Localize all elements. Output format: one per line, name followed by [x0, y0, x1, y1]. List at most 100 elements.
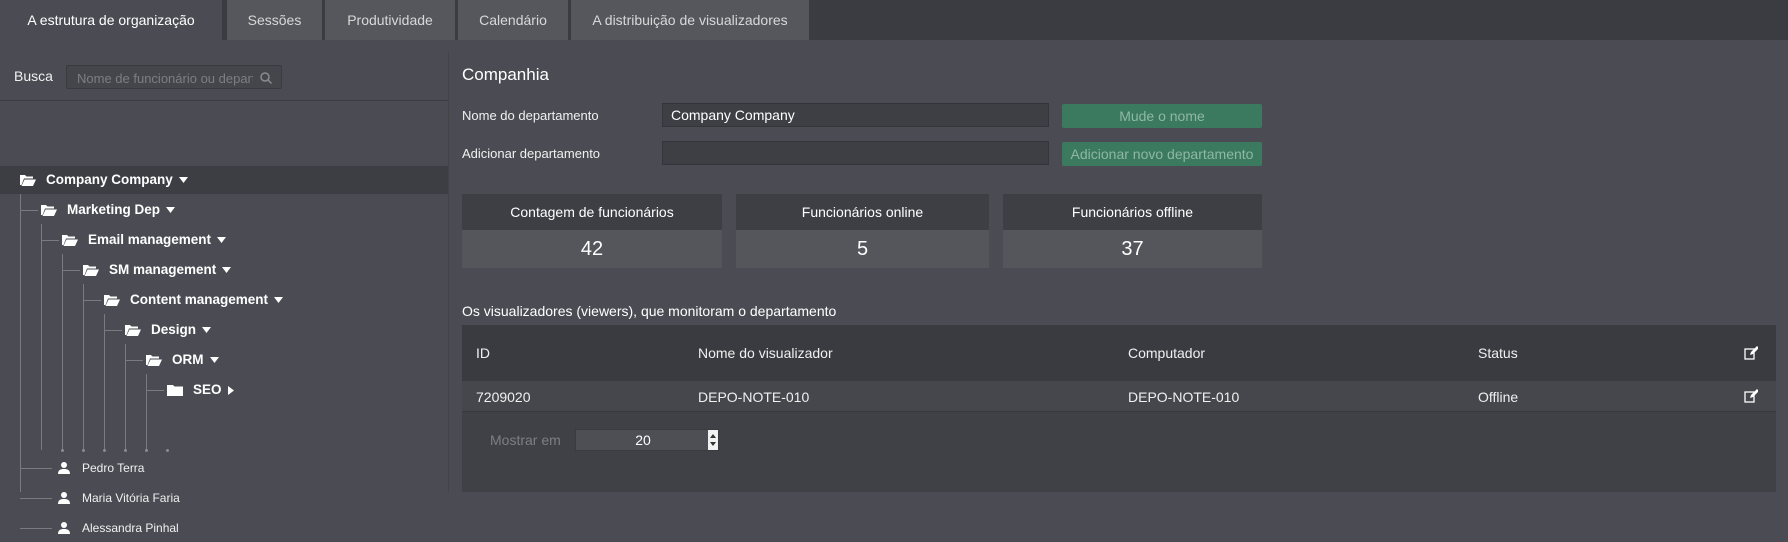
- viewers-title: Os visualizadores (viewers), que monitor…: [462, 303, 837, 319]
- folder-open-icon: [104, 295, 120, 306]
- cell-status: Offline: [1478, 389, 1519, 405]
- tree-node-label: Company Company: [46, 172, 173, 187]
- search-icon[interactable]: [259, 71, 273, 85]
- caret-down-icon[interactable]: [209, 357, 219, 364]
- employee-name: Pedro Terra: [82, 461, 145, 475]
- employee-name: Maria Vitória Faria: [82, 491, 180, 505]
- caret-down-icon[interactable]: [166, 207, 176, 214]
- stat-card-offline: Funcionários offline 37: [1003, 194, 1262, 268]
- tab-org-structure[interactable]: A estrutura de organização: [0, 0, 222, 40]
- folder-open-icon: [125, 325, 141, 336]
- dropdown-arrow[interactable]: [708, 430, 718, 450]
- tree-connector: [41, 224, 42, 450]
- tree-node-label: Design: [151, 322, 197, 337]
- tree-node-label: Marketing Dep: [67, 202, 161, 217]
- search-box: [66, 65, 282, 89]
- tree-connector: [20, 528, 52, 529]
- tree-connector: [20, 210, 38, 211]
- rename-button[interactable]: Mude o nome: [1062, 104, 1262, 128]
- cell-computer: DEPO-NOTE-010: [1128, 389, 1240, 405]
- page-size-select[interactable]: 20: [575, 429, 719, 451]
- tab-viewers-distribution[interactable]: A distribuição de visualizadores: [571, 0, 809, 40]
- dept-name-input[interactable]: [662, 103, 1049, 127]
- stat-label: Funcionários offline: [1003, 194, 1262, 230]
- user-icon: [58, 492, 70, 504]
- folder-open-icon: [62, 235, 78, 246]
- stat-value: 5: [736, 230, 989, 268]
- tree-end-dot: [124, 449, 127, 452]
- viewers-table: ID Nome do visualizador Computador Statu…: [462, 325, 1776, 492]
- page-size-value: 20: [635, 432, 651, 448]
- folder-open-icon: [41, 205, 57, 216]
- chevron-updown-icon: [710, 434, 716, 446]
- tree-connector: [20, 468, 52, 469]
- tree-node-label: ORM: [172, 352, 204, 367]
- caret-down-icon[interactable]: [202, 327, 212, 334]
- folder-open-icon: [146, 355, 162, 366]
- edit-icon[interactable]: [1744, 346, 1758, 360]
- stat-card-total: Contagem de funcionários 42: [462, 194, 722, 268]
- user-icon: [58, 522, 70, 534]
- tree-node-label: SEO: [193, 382, 222, 397]
- employee-name: Alessandra Pinhal: [82, 521, 179, 535]
- tree-connector: [146, 374, 147, 450]
- caret-down-icon[interactable]: [217, 237, 227, 244]
- caret-down-icon[interactable]: [222, 267, 232, 274]
- stat-value: 42: [462, 230, 722, 268]
- tree-connector: [146, 390, 164, 391]
- caret-right-icon[interactable]: [227, 385, 234, 395]
- tree-end-dot: [166, 449, 169, 452]
- tree-node-label: Content management: [130, 292, 269, 307]
- stat-value: 37: [1003, 230, 1262, 268]
- tree-connector: [125, 360, 143, 361]
- add-dept-input[interactable]: [662, 141, 1049, 165]
- folder-open-icon: [20, 175, 36, 186]
- search-divider: [0, 100, 448, 101]
- cell-id: 7209020: [476, 389, 531, 405]
- tree-end-dot: [82, 449, 85, 452]
- tree-connector: [104, 314, 105, 450]
- tree-connector: [62, 254, 63, 450]
- tree-connector: [83, 284, 84, 450]
- caret-down-icon[interactable]: [274, 297, 284, 304]
- add-dept-label: Adicionar departamento: [462, 146, 601, 161]
- cell-viewer-name: DEPO-NOTE-010: [698, 389, 810, 405]
- tab-calendar[interactable]: Calendário: [458, 0, 568, 40]
- column-header-name[interactable]: Nome do visualizador: [698, 345, 833, 361]
- user-icon: [58, 462, 70, 474]
- dept-name-label: Nome do departamento: [462, 108, 599, 123]
- org-tree-panel: Busca Company Company Marketing Dep Emai…: [0, 52, 448, 535]
- search-input[interactable]: [75, 68, 255, 88]
- search-label: Busca: [14, 68, 53, 84]
- column-header-status[interactable]: Status: [1478, 345, 1518, 361]
- edit-icon[interactable]: [1744, 389, 1758, 403]
- stat-label: Contagem de funcionários: [462, 194, 722, 230]
- tree-end-dot: [61, 449, 64, 452]
- tree-node-label: SM management: [109, 262, 217, 277]
- tree-connector: [83, 300, 101, 301]
- stat-label: Funcionários online: [736, 194, 989, 230]
- tree-connector: [20, 194, 21, 492]
- tab-sessions[interactable]: Sessões: [227, 0, 322, 40]
- tree-connector: [20, 498, 52, 499]
- tree-node-label: Email management: [88, 232, 212, 247]
- table-header: ID Nome do visualizador Computador Statu…: [462, 325, 1776, 381]
- tab-bar: A estrutura de organização Sessões Produ…: [0, 0, 1788, 40]
- tab-productivity[interactable]: Produtividade: [325, 0, 455, 40]
- tree-end-dot: [145, 449, 148, 452]
- folder-closed-icon: [167, 385, 183, 396]
- tree-node-company[interactable]: Company Company: [0, 166, 448, 194]
- column-header-computer[interactable]: Computador: [1128, 345, 1205, 361]
- tree-connector: [104, 330, 122, 331]
- company-title: Companhia: [462, 65, 549, 84]
- caret-down-icon[interactable]: [178, 177, 188, 184]
- column-header-id[interactable]: ID: [476, 345, 490, 361]
- tree-connector: [41, 240, 59, 241]
- tree-end-dot: [103, 449, 106, 452]
- table-row[interactable]: 7209020 DEPO-NOTE-010 DEPO-NOTE-010 Offl…: [462, 381, 1776, 412]
- page-size-label: Mostrar em: [490, 432, 561, 448]
- panel-divider: [448, 52, 449, 492]
- tree-connector: [62, 270, 80, 271]
- add-dept-button[interactable]: Adicionar novo departamento: [1062, 142, 1262, 166]
- stat-card-online: Funcionários online 5: [736, 194, 989, 268]
